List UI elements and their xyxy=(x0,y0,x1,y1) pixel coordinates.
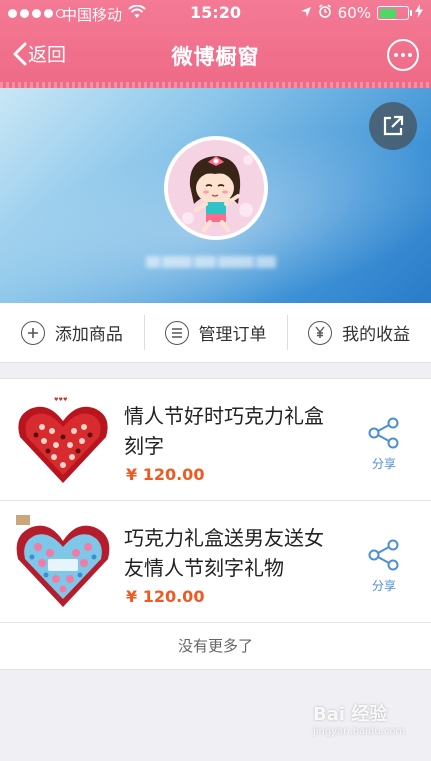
product-price: ¥ 120.00 xyxy=(126,587,205,606)
manage-orders-label: 管理订单 xyxy=(198,325,267,345)
list-item[interactable]: 巧克力礼盒送男友送女友情人节刻字礼物 ¥ 120.00 分享 xyxy=(0,501,431,623)
list-end-text: 没有更多了 xyxy=(177,637,253,655)
manage-orders-button[interactable]: 管理订单 xyxy=(143,303,288,362)
watermark-logo: Bai 经验 jingyan.baidu.com xyxy=(313,700,409,744)
share-icon xyxy=(368,539,399,571)
product-title: 情人节好时巧克力礼盒刻字 xyxy=(124,404,324,458)
nav-bar: 返回 微博橱窗 xyxy=(0,28,431,84)
list-circle-icon xyxy=(164,320,189,345)
product-price: ¥ 120.00 xyxy=(126,465,205,484)
watermark-top: Bai 经验 xyxy=(313,704,388,725)
charging-bolt-icon xyxy=(415,4,423,22)
avatar[interactable] xyxy=(164,136,268,240)
share-button[interactable]: 分享 xyxy=(359,539,409,594)
status-right: 60% xyxy=(300,4,423,22)
product-list: ♥♥♥ 情人节好时巧克力礼盒刻字 ¥ 120.00 分享 巧克力礼盒送男友送女友… xyxy=(0,378,431,670)
product-title: 巧克力礼盒送男友送女友情人节刻字礼物 xyxy=(124,526,324,580)
external-share-icon xyxy=(383,115,404,136)
list-item[interactable]: ♥♥♥ 情人节好时巧克力礼盒刻字 ¥ 120.00 分享 xyxy=(0,379,431,501)
my-earnings-label: 我的收益 xyxy=(342,325,411,345)
product-image xyxy=(14,513,112,611)
my-earnings-button[interactable]: 我的收益 xyxy=(287,303,431,362)
page-title: 微博橱窗 xyxy=(171,45,260,69)
status-bar: 中国移动 15:20 60% xyxy=(0,0,431,28)
plus-circle-icon xyxy=(20,320,45,345)
action-bar: 添加商品 管理订单 我的收益 xyxy=(0,303,431,363)
alarm-clock-icon xyxy=(318,4,332,22)
watermark-bottom: jingyan.baidu.com xyxy=(313,726,406,737)
product-image: ♥♥♥ xyxy=(14,391,112,489)
share-button[interactable]: 分享 xyxy=(359,417,409,472)
profile-banner xyxy=(0,88,431,303)
share-label: 分享 xyxy=(371,579,396,593)
battery-icon xyxy=(377,6,412,20)
more-options-button[interactable] xyxy=(387,39,419,71)
share-label: 分享 xyxy=(371,457,396,471)
add-product-button[interactable]: 添加商品 xyxy=(0,303,144,362)
add-product-label: 添加商品 xyxy=(54,325,123,345)
top-bar: 中国移动 15:20 60% 返回 微博橱窗 xyxy=(0,0,431,88)
share-out-button[interactable] xyxy=(369,102,417,150)
share-icon xyxy=(368,417,399,449)
location-arrow-icon xyxy=(300,4,312,22)
svg-text:♥♥♥: ♥♥♥ xyxy=(54,397,68,403)
yen-circle-icon xyxy=(308,320,333,345)
username-obscured xyxy=(146,253,282,271)
battery-percent: 60% xyxy=(337,4,371,22)
